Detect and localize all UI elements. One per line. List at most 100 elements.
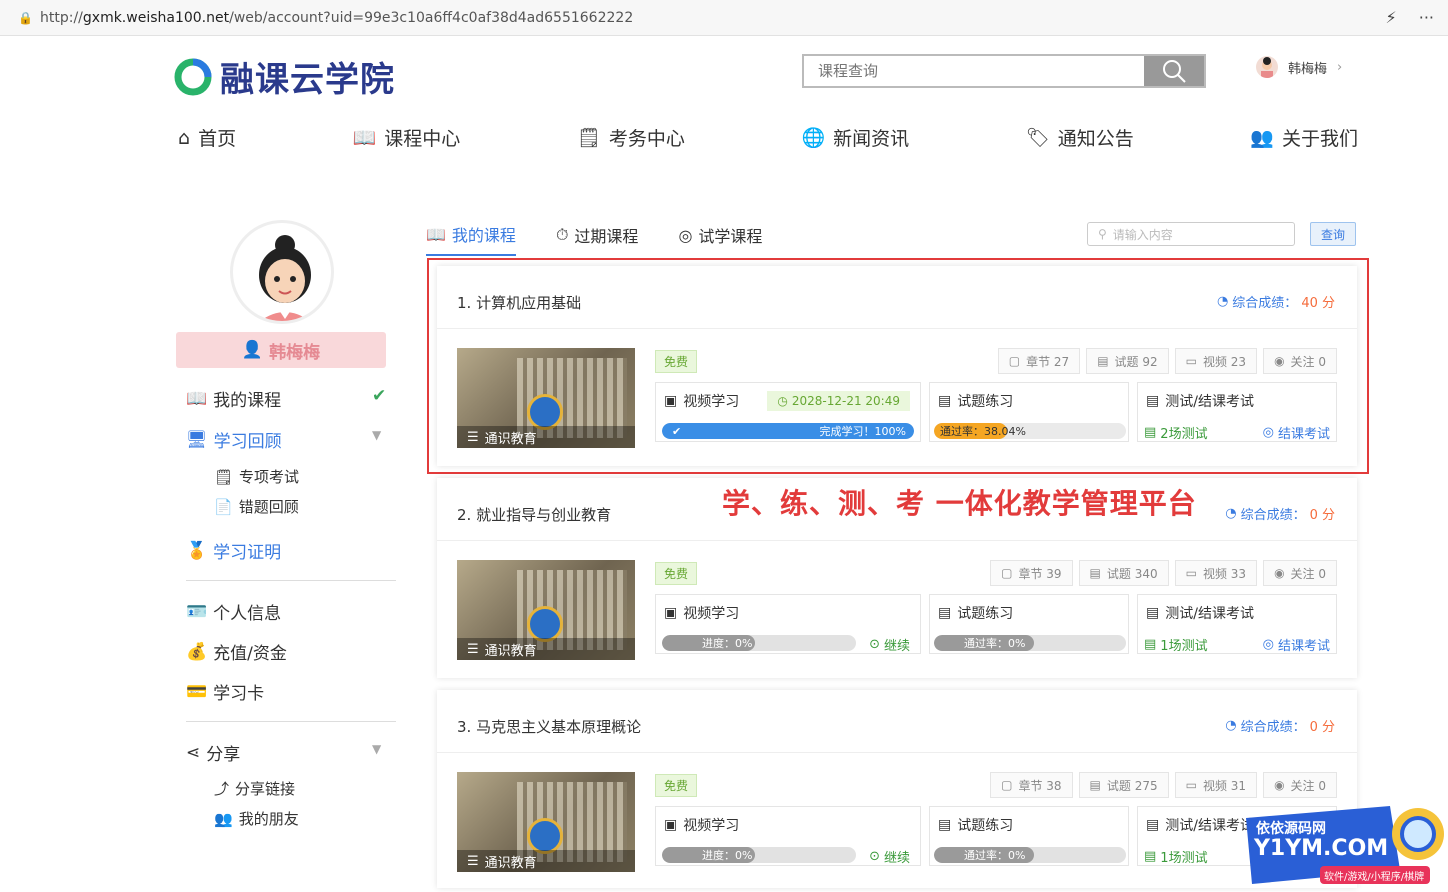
menu-icon: ☰ bbox=[467, 853, 479, 869]
upload-icon: ⤴ bbox=[214, 780, 230, 798]
divider bbox=[437, 540, 1357, 541]
user-icon: 👤 bbox=[241, 340, 264, 360]
free-badge: 免费 bbox=[655, 774, 698, 797]
list-icon: 📄 bbox=[214, 497, 233, 516]
eye-icon: ◉ bbox=[1274, 778, 1285, 792]
pass-rate-bar: 通过率：0% bbox=[934, 847, 1126, 863]
site-info-icon[interactable]: 🔒 bbox=[18, 11, 33, 25]
sidebar-item-certificate[interactable]: 🏅 学习证明 bbox=[186, 538, 281, 564]
chapter-icon: ▢ bbox=[1001, 778, 1013, 792]
more-menu-icon[interactable]: ··· bbox=[1419, 8, 1434, 27]
home-icon: ⌂ bbox=[178, 126, 191, 149]
sidebar-item-review[interactable]: 🖥 学习回顾 bbox=[186, 427, 282, 453]
caret-down-icon[interactable]: ▼ bbox=[372, 428, 381, 442]
list-icon: ▤ bbox=[1144, 637, 1157, 652]
exam-icon: 🗒 bbox=[576, 127, 601, 149]
question-icon: ▤ bbox=[1089, 566, 1101, 580]
sidebar-sub-special-exam[interactable]: 🗒 专项考试 bbox=[214, 466, 299, 487]
book-icon: 📖 bbox=[426, 224, 446, 244]
stat-chapters[interactable]: ▢ 章节 38 bbox=[990, 772, 1073, 798]
nav-notices[interactable]: 🏷 通知公告 bbox=[1026, 124, 1134, 151]
test-count-link[interactable]: ▤ 1场测试 bbox=[1144, 847, 1208, 866]
test-count-link[interactable]: ▤ 1场测试 bbox=[1144, 635, 1208, 654]
certificate-icon: 🏅 bbox=[186, 540, 208, 561]
stat-follows[interactable]: ◉ 关注 0 bbox=[1263, 560, 1337, 586]
stat-videos[interactable]: ▭ 视频 33 bbox=[1174, 560, 1258, 586]
target-icon: ◎ bbox=[1262, 637, 1274, 652]
video-icon: ▣ bbox=[664, 605, 678, 621]
sidebar-item-share[interactable]: ⋖ 分享 bbox=[186, 740, 240, 766]
book-icon: 📖 bbox=[352, 127, 377, 149]
tab-trial-courses[interactable]: ◎ 试学课程 bbox=[678, 222, 762, 256]
exam-icon: 🗒 bbox=[214, 467, 234, 486]
caret-down-icon[interactable]: ▼ bbox=[372, 742, 381, 756]
sidebar-sub-friends[interactable]: 👥 我的朋友 bbox=[214, 808, 299, 829]
nav-about[interactable]: 👥 关于我们 bbox=[1250, 124, 1358, 151]
monitor-icon: 🖥 bbox=[186, 429, 208, 450]
share-icon: ⋖ bbox=[186, 742, 201, 763]
continue-link[interactable]: ⊙ 继续 bbox=[869, 847, 910, 866]
divider bbox=[186, 721, 396, 722]
nav-exams[interactable]: 🗒 考务中心 bbox=[577, 124, 685, 151]
stat-follows[interactable]: ◉ 关注 0 bbox=[1263, 772, 1337, 798]
query-button[interactable]: 查询 bbox=[1310, 222, 1356, 246]
site-logo[interactable]: 融课云学院 bbox=[172, 52, 395, 101]
stat-chapters[interactable]: ▢ 章节 39 bbox=[990, 560, 1073, 586]
search-button[interactable] bbox=[1144, 56, 1204, 86]
sidebar-item-my-courses[interactable]: 📖 我的课程 bbox=[186, 386, 281, 412]
sidebar-sub-share-link[interactable]: ⤴ 分享链接 bbox=[214, 778, 295, 799]
nav-home[interactable]: ⌂ 首页 bbox=[178, 124, 236, 151]
user-avatar bbox=[1256, 56, 1278, 78]
exam-icon: ▤ bbox=[1146, 605, 1160, 621]
tab-expired-courses[interactable]: ⏱ 过期课程 bbox=[556, 222, 639, 256]
video-progress-bar: 进度：0% bbox=[662, 635, 856, 651]
url-text[interactable]: http://gxmk.weisha100.net/web/account?ui… bbox=[40, 10, 633, 26]
site-name: 融课云学院 bbox=[220, 60, 395, 100]
video-study-box[interactable]: ▣ 视频学习 进度：0% ⊙ 继续 bbox=[655, 594, 921, 654]
course-thumbnail[interactable]: ☰ 通识教育 bbox=[457, 560, 635, 660]
course-search-input[interactable] bbox=[804, 56, 1144, 86]
logo-badge-icon bbox=[527, 818, 563, 854]
practice-box[interactable]: ▤ 试题练习 通过率：0% bbox=[929, 806, 1129, 866]
browser-address-bar[interactable]: 🔒 http://gxmk.weisha100.net/web/account?… bbox=[0, 0, 1448, 36]
main-nav: ⌂ 首页 📖 课程中心 🗒 考务中心 🌐 新闻资讯 🏷 通知公告 👥 关于我们 bbox=[178, 124, 1358, 151]
course-stats: ▢ 章节 39 ▤ 试题 340 ▭ 视频 33 ◉ 关注 0 bbox=[990, 560, 1337, 586]
exam-box[interactable]: ▤ 测试/结课考试 ▤ 1场测试 ◎ 结课考试 bbox=[1137, 594, 1337, 654]
play-icon: ⊙ bbox=[869, 849, 880, 864]
course-title[interactable]: 3. 马克思主义基本原理概论 bbox=[457, 716, 641, 737]
practice-box[interactable]: ▤ 试题练习 通过率：0% bbox=[929, 594, 1129, 654]
question-icon: ▤ bbox=[1089, 778, 1101, 792]
pie-chart-icon: ◔ bbox=[1225, 718, 1237, 733]
course-title[interactable]: 2. 就业指导与创业教育 bbox=[457, 504, 611, 525]
sidebar-sub-wrong-questions[interactable]: 📄 错题回顾 bbox=[214, 496, 299, 517]
sidebar-item-recharge[interactable]: 💰 充值/资金 bbox=[186, 639, 287, 665]
people-icon: 👥 bbox=[1250, 127, 1274, 149]
sidebar-item-study-card[interactable]: 💳 学习卡 bbox=[186, 679, 264, 705]
course-card: 3. 马克思主义基本原理概论 ◔ 综合成绩： 0 分 ☰ 通识教育 免费 ▢ 章节 38… bbox=[437, 690, 1357, 888]
course-score: ◔ 综合成绩： 0 分 bbox=[1225, 718, 1335, 735]
final-exam-link[interactable]: ◎ 结课考试 bbox=[1263, 635, 1330, 654]
user-menu[interactable]: 韩梅梅 › bbox=[1256, 56, 1342, 78]
course-search bbox=[802, 54, 1206, 88]
nav-news[interactable]: 🌐 新闻资讯 bbox=[801, 124, 909, 151]
nav-courses[interactable]: 📖 课程中心 bbox=[353, 124, 461, 151]
divider bbox=[186, 580, 396, 581]
course-stats: ▢ 章节 38 ▤ 试题 275 ▭ 视频 31 ◉ 关注 0 bbox=[990, 772, 1337, 798]
stat-questions[interactable]: ▤ 试题 340 bbox=[1078, 560, 1169, 586]
continue-link[interactable]: ⊙ 继续 bbox=[869, 635, 910, 654]
logo-badge-icon bbox=[527, 606, 563, 642]
news-icon: 🌐 bbox=[801, 127, 826, 149]
course-thumbnail[interactable]: ☰ 通识教育 bbox=[457, 772, 635, 872]
people-icon: 👥 bbox=[214, 809, 233, 828]
tab-my-courses[interactable]: 📖 我的课程 bbox=[426, 222, 516, 256]
watermark-tagline: 软件/游戏/小程序/棋牌 bbox=[1324, 872, 1425, 883]
video-study-box[interactable]: ▣ 视频学习 进度：0% ⊙ 继续 bbox=[655, 806, 921, 866]
stat-videos[interactable]: ▭ 视频 31 bbox=[1174, 772, 1258, 798]
chapter-icon: ▢ bbox=[1001, 566, 1013, 580]
clock-icon: ⏱ bbox=[555, 225, 569, 244]
sidebar-item-profile[interactable]: 🪪 个人信息 bbox=[186, 599, 281, 625]
course-filter-input[interactable]: ⚲ 请输入内容 bbox=[1087, 222, 1295, 246]
lightning-icon[interactable]: ⚡ bbox=[1386, 8, 1397, 27]
stat-questions[interactable]: ▤ 试题 275 bbox=[1078, 772, 1169, 798]
profile-avatar[interactable] bbox=[230, 220, 334, 324]
